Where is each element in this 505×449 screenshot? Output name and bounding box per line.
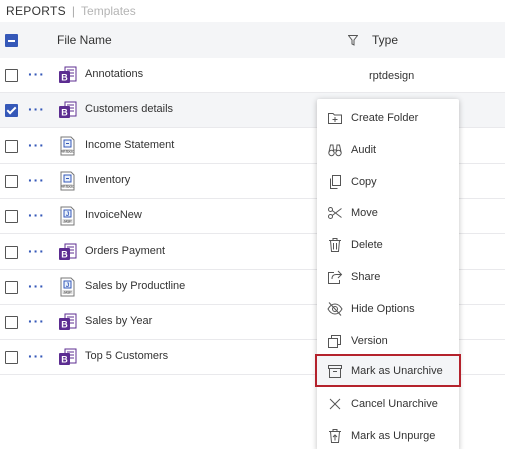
svg-text:B: B bbox=[61, 108, 68, 118]
jasper-file-icon: J JASP bbox=[58, 277, 77, 297]
svg-text:JASP: JASP bbox=[64, 220, 72, 224]
svg-text:J: J bbox=[66, 212, 69, 218]
file-name[interactable]: Annotations bbox=[85, 68, 143, 80]
filter-icon[interactable] bbox=[348, 35, 358, 46]
menu-item-share[interactable]: Share bbox=[317, 261, 459, 291]
menu-item-label: Copy bbox=[351, 175, 377, 188]
menu-item-audit[interactable]: Audit bbox=[317, 134, 459, 164]
menu-item-move[interactable]: Move bbox=[317, 197, 459, 227]
menu-item-copy[interactable]: Copy bbox=[317, 166, 459, 196]
file-type: rptdesign bbox=[369, 70, 415, 82]
menu-item-label: Hide Options bbox=[351, 302, 415, 315]
birt-design-icon: B bbox=[58, 347, 77, 367]
row-checkbox[interactable] bbox=[5, 316, 18, 330]
reports-file-browser: REPORTS | Templates File Name Type ··· B A… bbox=[0, 0, 505, 449]
menu-item-cancel-unarchive[interactable]: Cancel Unarchive bbox=[317, 388, 459, 418]
birt-design-icon: B bbox=[58, 242, 77, 262]
context-menu: Create Folder Audit Copy Move Delete Share Hid… bbox=[315, 99, 461, 449]
row-checkbox[interactable] bbox=[5, 139, 18, 153]
svg-text:B: B bbox=[61, 355, 68, 365]
binoculars-icon bbox=[327, 142, 343, 158]
svg-text:B: B bbox=[61, 249, 68, 259]
file-name[interactable]: Income Statement bbox=[85, 139, 174, 151]
birt-design-icon: B bbox=[58, 312, 77, 332]
tab-templates[interactable]: Templates bbox=[81, 4, 136, 18]
menu-item-version[interactable]: Version bbox=[317, 325, 459, 355]
file-name[interactable]: InvoiceNew bbox=[85, 209, 142, 221]
share-icon bbox=[327, 269, 343, 285]
menu-item-label: Version bbox=[351, 334, 388, 347]
menu-item-label: Audit bbox=[351, 143, 377, 156]
birt-design-icon: B bbox=[58, 65, 77, 85]
archive-box-icon bbox=[327, 363, 343, 379]
scissors-icon bbox=[327, 205, 343, 221]
breadcrumb: REPORTS | Templates bbox=[0, 0, 505, 22]
file-name[interactable]: Inventory bbox=[85, 174, 130, 186]
menu-item-label: Create Folder bbox=[351, 112, 419, 124]
column-header-type[interactable]: Type bbox=[372, 33, 398, 47]
more-options-icon[interactable]: ··· bbox=[28, 101, 45, 117]
copy-icon bbox=[327, 174, 343, 190]
trash-restore-icon bbox=[327, 428, 343, 444]
jasper-file-icon: J JASP bbox=[58, 206, 77, 226]
menu-item-label: Mark as Unarchive bbox=[351, 365, 443, 378]
birt-design-icon: B bbox=[58, 100, 77, 120]
menu-item-mark-as-unpurge[interactable]: Mark as Unpurge bbox=[317, 420, 459, 449]
more-options-icon[interactable]: ··· bbox=[28, 313, 45, 329]
menu-item-create-folder[interactable]: Create Folder bbox=[317, 102, 459, 132]
eye-slash-icon bbox=[327, 301, 343, 317]
breadcrumb-separator: | bbox=[71, 4, 76, 18]
row-checkbox[interactable] bbox=[5, 210, 18, 224]
version-icon bbox=[327, 333, 343, 349]
select-all-checkbox[interactable] bbox=[5, 34, 18, 47]
table-header: File Name Type bbox=[0, 22, 505, 58]
file-name[interactable]: Customers details bbox=[85, 103, 173, 115]
folder-plus-icon bbox=[327, 110, 343, 126]
row-checkbox[interactable] bbox=[5, 351, 18, 365]
more-options-icon[interactable]: ··· bbox=[28, 172, 45, 188]
row-checkbox[interactable] bbox=[5, 69, 18, 82]
menu-item-delete[interactable]: Delete bbox=[317, 229, 459, 259]
file-name[interactable]: Top 5 Customers bbox=[85, 350, 168, 362]
menu-item-label: Move bbox=[351, 207, 378, 220]
svg-text:RPTDOC: RPTDOC bbox=[61, 149, 75, 153]
menu-item-hide-options[interactable]: Hide Options bbox=[317, 293, 459, 323]
column-header-file-name[interactable]: File Name bbox=[57, 33, 112, 47]
svg-text:J: J bbox=[66, 283, 69, 289]
menu-item-label: Mark as Unpurge bbox=[351, 430, 436, 442]
menu-item-label: Delete bbox=[351, 239, 383, 252]
row-checkbox[interactable] bbox=[5, 174, 18, 188]
more-options-icon[interactable]: ··· bbox=[28, 278, 45, 294]
menu-item-label: Cancel Unarchive bbox=[351, 398, 438, 411]
row-checkbox[interactable] bbox=[5, 245, 18, 259]
menu-item-label: Share bbox=[351, 271, 381, 283]
menu-item-mark-as-unarchive[interactable]: Mark as Unarchive bbox=[315, 354, 461, 388]
rptdoc-file-icon: RPTDOC bbox=[58, 171, 77, 191]
more-options-icon[interactable]: ··· bbox=[28, 66, 45, 82]
svg-text:RPTDOC: RPTDOC bbox=[61, 184, 75, 188]
row-checkbox[interactable] bbox=[5, 280, 18, 294]
trash-icon bbox=[327, 237, 343, 253]
file-name[interactable]: Orders Payment bbox=[85, 245, 165, 257]
more-options-icon[interactable]: ··· bbox=[28, 348, 45, 364]
tab-reports[interactable]: REPORTS bbox=[6, 4, 66, 18]
svg-text:B: B bbox=[61, 73, 68, 83]
row-checkbox[interactable] bbox=[5, 104, 18, 118]
svg-text:B: B bbox=[61, 320, 68, 330]
table-row[interactable]: ··· B Annotations rptdesign bbox=[0, 58, 505, 93]
close-icon bbox=[327, 396, 343, 412]
more-options-icon[interactable]: ··· bbox=[28, 137, 45, 153]
more-options-icon[interactable]: ··· bbox=[28, 243, 45, 259]
rptdoc-file-icon: RPTDOC bbox=[58, 136, 77, 156]
more-options-icon[interactable]: ··· bbox=[28, 207, 45, 223]
file-name[interactable]: Sales by Year bbox=[85, 315, 152, 327]
file-name[interactable]: Sales by Productline bbox=[85, 280, 185, 292]
svg-text:JASP: JASP bbox=[64, 290, 72, 294]
